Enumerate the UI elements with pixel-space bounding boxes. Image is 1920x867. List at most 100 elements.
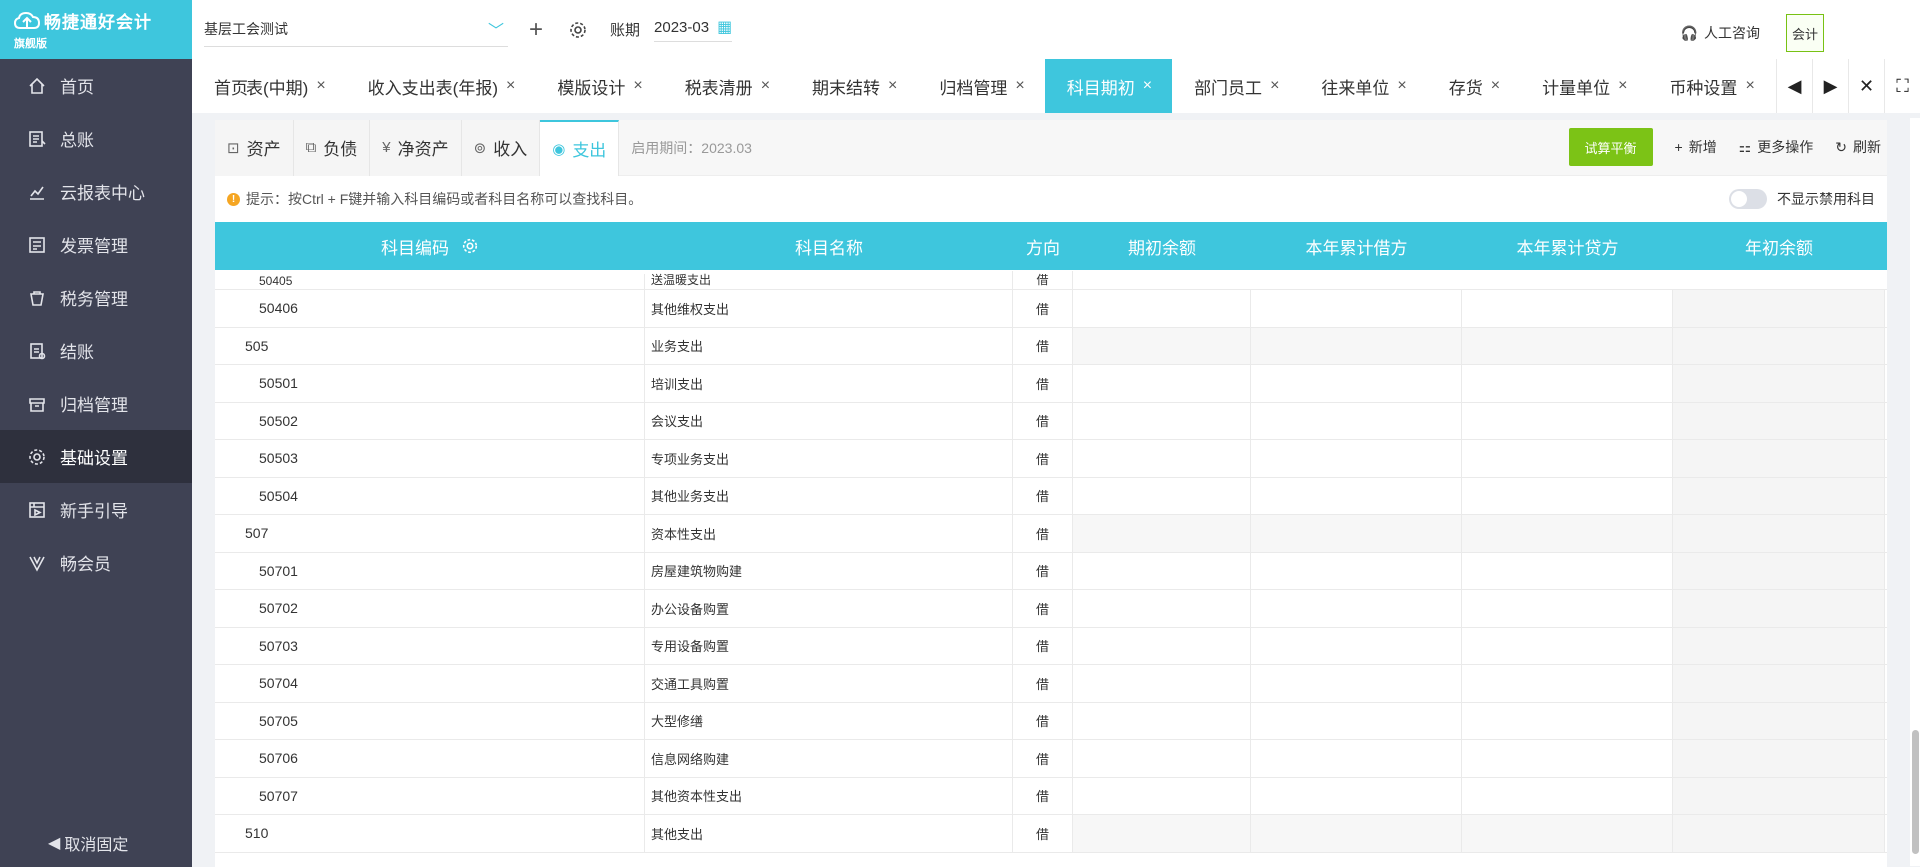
- tab-4[interactable]: 税表清册 ×: [663, 59, 790, 113]
- close-all-icon[interactable]: ✕: [1848, 59, 1884, 113]
- cell-ytd-debit[interactable]: [1251, 402, 1462, 439]
- table-row[interactable]: 50706 信息网络购建借: [215, 740, 1887, 778]
- sidebar-item-9[interactable]: 畅会员: [0, 536, 192, 589]
- tab-3[interactable]: 模版设计 ×: [535, 59, 662, 113]
- tab-7[interactable]: 科目期初 ×: [1044, 59, 1173, 113]
- cell-ytd-credit[interactable]: [1462, 477, 1673, 514]
- close-icon[interactable]: ×: [506, 77, 515, 95]
- close-icon[interactable]: ×: [1015, 77, 1024, 95]
- table-row[interactable]: 50503 专项业务支出借: [215, 440, 1887, 478]
- cell-ytd-debit[interactable]: [1251, 590, 1462, 627]
- cell-opening[interactable]: [1073, 290, 1251, 327]
- close-icon[interactable]: ×: [1397, 77, 1406, 95]
- table-row[interactable]: 50406 其他维权支出借: [215, 290, 1887, 328]
- tab-1[interactable]: 表(中期) ×: [246, 59, 346, 113]
- table-row[interactable]: 50704 交通工具购置借: [215, 665, 1887, 703]
- tab-next-icon[interactable]: ▶: [1812, 59, 1848, 113]
- cell-opening[interactable]: [1073, 590, 1251, 627]
- more-actions-button[interactable]: ⚏ 更多操作: [1739, 137, 1814, 157]
- table-row[interactable]: 50703 专用设备购置借: [215, 627, 1887, 665]
- tab-0[interactable]: 首页: [192, 59, 254, 113]
- app-logo[interactable]: 畅捷通好会计 旗舰版: [0, 0, 192, 59]
- table-row[interactable]: 510 其他支出借: [215, 815, 1887, 853]
- cell-ytd-credit[interactable]: [1462, 815, 1673, 852]
- sidebar-item-8[interactable]: 新手引导: [0, 483, 192, 536]
- add-button[interactable]: + 新增: [1675, 137, 1717, 157]
- subtab-4[interactable]: ◉ 支出: [540, 119, 620, 176]
- close-icon[interactable]: ×: [1270, 77, 1279, 95]
- table-row[interactable]: 50405 送温暖支出 借: [215, 270, 1887, 290]
- cell-opening[interactable]: [1073, 515, 1251, 552]
- sidebar-item-4[interactable]: 税务管理: [0, 271, 192, 324]
- cell-opening[interactable]: [1073, 365, 1251, 402]
- cell-ytd-credit[interactable]: [1462, 402, 1673, 439]
- cell-opening[interactable]: [1073, 815, 1251, 852]
- tab-10[interactable]: 存货 ×: [1427, 59, 1520, 113]
- cell-opening[interactable]: [1073, 402, 1251, 439]
- cell-opening[interactable]: [1073, 702, 1251, 739]
- subtab-0[interactable]: ⊡ 资产: [215, 119, 294, 176]
- cell-ytd-credit[interactable]: [1462, 440, 1673, 477]
- table-row[interactable]: 50702 办公设备购置借: [215, 590, 1887, 628]
- cell-ytd-credit[interactable]: [1462, 777, 1673, 814]
- cell-ytd-credit[interactable]: [1462, 740, 1673, 777]
- cell-opening[interactable]: [1073, 440, 1251, 477]
- gear-icon[interactable]: [461, 237, 479, 255]
- cell-ytd-debit[interactable]: [1251, 740, 1462, 777]
- cell-opening[interactable]: [1073, 665, 1251, 702]
- cell-opening[interactable]: [1073, 552, 1251, 589]
- trial-balance-button[interactable]: 试算平衡: [1568, 128, 1653, 166]
- cell-ytd-debit[interactable]: [1251, 290, 1462, 327]
- subtab-3[interactable]: ⊚ 收入: [461, 119, 541, 176]
- org-select[interactable]: 基层工会测试 ﹀: [204, 13, 508, 47]
- table-row[interactable]: 50504 其他业务支出借: [215, 477, 1887, 515]
- role-badge[interactable]: 会计: [1786, 14, 1824, 52]
- sidebar-item-0[interactable]: 首页: [0, 59, 192, 112]
- close-icon[interactable]: ×: [888, 77, 897, 95]
- cell-opening[interactable]: [1073, 327, 1251, 364]
- cell-ytd-credit[interactable]: [1462, 665, 1673, 702]
- cell-ytd-debit[interactable]: [1251, 552, 1462, 589]
- cell-ytd-credit[interactable]: [1462, 702, 1673, 739]
- col-code-header[interactable]: 科目编码: [215, 222, 645, 270]
- sidebar-item-1[interactable]: 总账: [0, 112, 192, 165]
- table-row[interactable]: 50701 房屋建筑物购建借: [215, 552, 1887, 590]
- sidebar-item-6[interactable]: 归档管理: [0, 377, 192, 430]
- gear-icon[interactable]: [564, 16, 592, 44]
- subtab-1[interactable]: ⧉ 负债: [293, 119, 371, 176]
- close-icon[interactable]: ×: [1618, 77, 1627, 95]
- cell-ytd-credit[interactable]: [1462, 590, 1673, 627]
- cell-opening[interactable]: [1073, 627, 1251, 664]
- sidebar-item-2[interactable]: 云报表中心: [0, 165, 192, 218]
- table-row[interactable]: 50707 其他资本性支出借: [215, 777, 1887, 815]
- close-icon[interactable]: ×: [316, 77, 325, 95]
- table-row[interactable]: 50705 大型修缮借: [215, 702, 1887, 740]
- cell-ytd-credit[interactable]: [1462, 327, 1673, 364]
- cell-ytd-debit[interactable]: [1251, 327, 1462, 364]
- cell-ytd-credit[interactable]: [1462, 627, 1673, 664]
- cell-opening[interactable]: [1073, 777, 1251, 814]
- close-icon[interactable]: ×: [633, 77, 642, 95]
- close-icon[interactable]: ×: [1745, 77, 1754, 95]
- cell-ytd-debit[interactable]: [1251, 365, 1462, 402]
- cell-ytd-credit[interactable]: [1462, 290, 1673, 327]
- tab-prev-icon[interactable]: ◀: [1776, 59, 1812, 113]
- cell-ytd-credit[interactable]: [1462, 552, 1673, 589]
- tab-2[interactable]: 收入支出表(年报) ×: [346, 59, 536, 113]
- scrollbar-thumb[interactable]: [1912, 730, 1919, 854]
- hide-disabled-toggle[interactable]: [1729, 189, 1767, 209]
- tab-8[interactable]: 部门员工 ×: [1172, 59, 1299, 113]
- cell-ytd-debit[interactable]: [1251, 665, 1462, 702]
- vertical-scrollbar[interactable]: [1910, 118, 1920, 866]
- close-icon[interactable]: ×: [761, 77, 770, 95]
- cell-opening[interactable]: [1073, 477, 1251, 514]
- cell-ytd-debit[interactable]: [1251, 515, 1462, 552]
- cell-ytd-debit[interactable]: [1251, 477, 1462, 514]
- table-row[interactable]: 50501 培训支出借: [215, 365, 1887, 403]
- cell-ytd-debit[interactable]: [1251, 440, 1462, 477]
- tab-5[interactable]: 期末结转 ×: [790, 59, 917, 113]
- cell-ytd-debit[interactable]: [1251, 815, 1462, 852]
- cell-ytd-credit[interactable]: [1462, 515, 1673, 552]
- cell-ytd-debit[interactable]: [1251, 702, 1462, 739]
- tab-9[interactable]: 往来单位 ×: [1299, 59, 1426, 113]
